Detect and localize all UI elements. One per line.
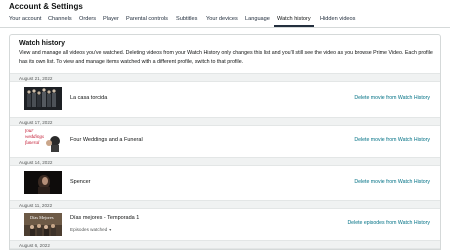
date-label: August 14, 2022 [19,159,53,165]
watch-history-card: Watch history View and manage all videos… [9,34,441,250]
date-header: August 6, 2022 [10,240,440,249]
tab-hidden-videos[interactable]: Hidden videos [320,16,355,22]
thumbnail-spencer[interactable] [24,171,62,194]
tab-orders[interactable]: Orders [79,16,96,22]
thumbnail-la-casa-torcida[interactable] [24,87,62,110]
date-label: August 6, 2022 [19,242,50,248]
section-description: View and manage all videos you've watche… [19,50,433,65]
delete-episodes-link[interactable]: Delete episodes from Watch History [347,220,430,226]
delete-movie-link[interactable]: Delete movie from Watch History [354,137,430,143]
tab-player[interactable]: Player [103,16,119,22]
section-title: Watch history [19,40,66,47]
thumb-text-dias-mejores: Días Mejores [30,215,54,220]
date-header: August 17, 2022 [10,117,440,126]
episodes-watched-label: Episodes watched [70,227,108,232]
tab-subtitles[interactable]: Subtitles [176,16,197,22]
tab-your-devices[interactable]: Your devices [206,16,238,22]
tab-watch-history[interactable]: Watch history [274,16,314,27]
thumb-text-four: four [25,129,34,134]
date-label: August 11, 2022 [19,202,53,208]
tab-parental-controls[interactable]: Parental controls [126,16,168,22]
thumbnail-four-weddings[interactable]: four weddings funeral [24,129,62,152]
date-label: August 21, 2022 [19,75,53,81]
item-title[interactable]: Spencer [70,179,91,185]
chevron-down-icon: ▾ [109,227,112,232]
item-title[interactable]: Días mejores - Temporada 1 [70,215,139,221]
item-title[interactable]: La casa torcida [70,95,107,101]
date-label: August 17, 2022 [19,119,53,125]
tab-language[interactable]: Language [245,16,270,22]
delete-movie-link[interactable]: Delete movie from Watch History [354,95,430,101]
settings-tabs: Your account Channels Orders Player Pare… [0,14,450,28]
thumb-text-funeral: funeral [25,141,40,146]
episodes-watched-toggle[interactable]: Episodes watched ▾ [70,227,111,232]
date-header: August 11, 2022 [10,200,440,209]
thumb-text-weddings: weddings [25,135,44,140]
thumbnail-dias-mejores[interactable]: Días Mejores [24,213,62,236]
tab-channels[interactable]: Channels [48,16,72,22]
delete-movie-link[interactable]: Delete movie from Watch History [354,179,430,185]
tab-your-account[interactable]: Your account [9,16,41,22]
item-title[interactable]: Four Weddings and a Funeral [70,137,143,143]
spencer-poster-image [24,171,62,194]
la-casa-torcida-poster-image [24,87,62,110]
page-title: Account & Settings [9,2,83,11]
date-header: August 21, 2022 [10,73,440,82]
date-header: August 14, 2022 [10,157,440,166]
